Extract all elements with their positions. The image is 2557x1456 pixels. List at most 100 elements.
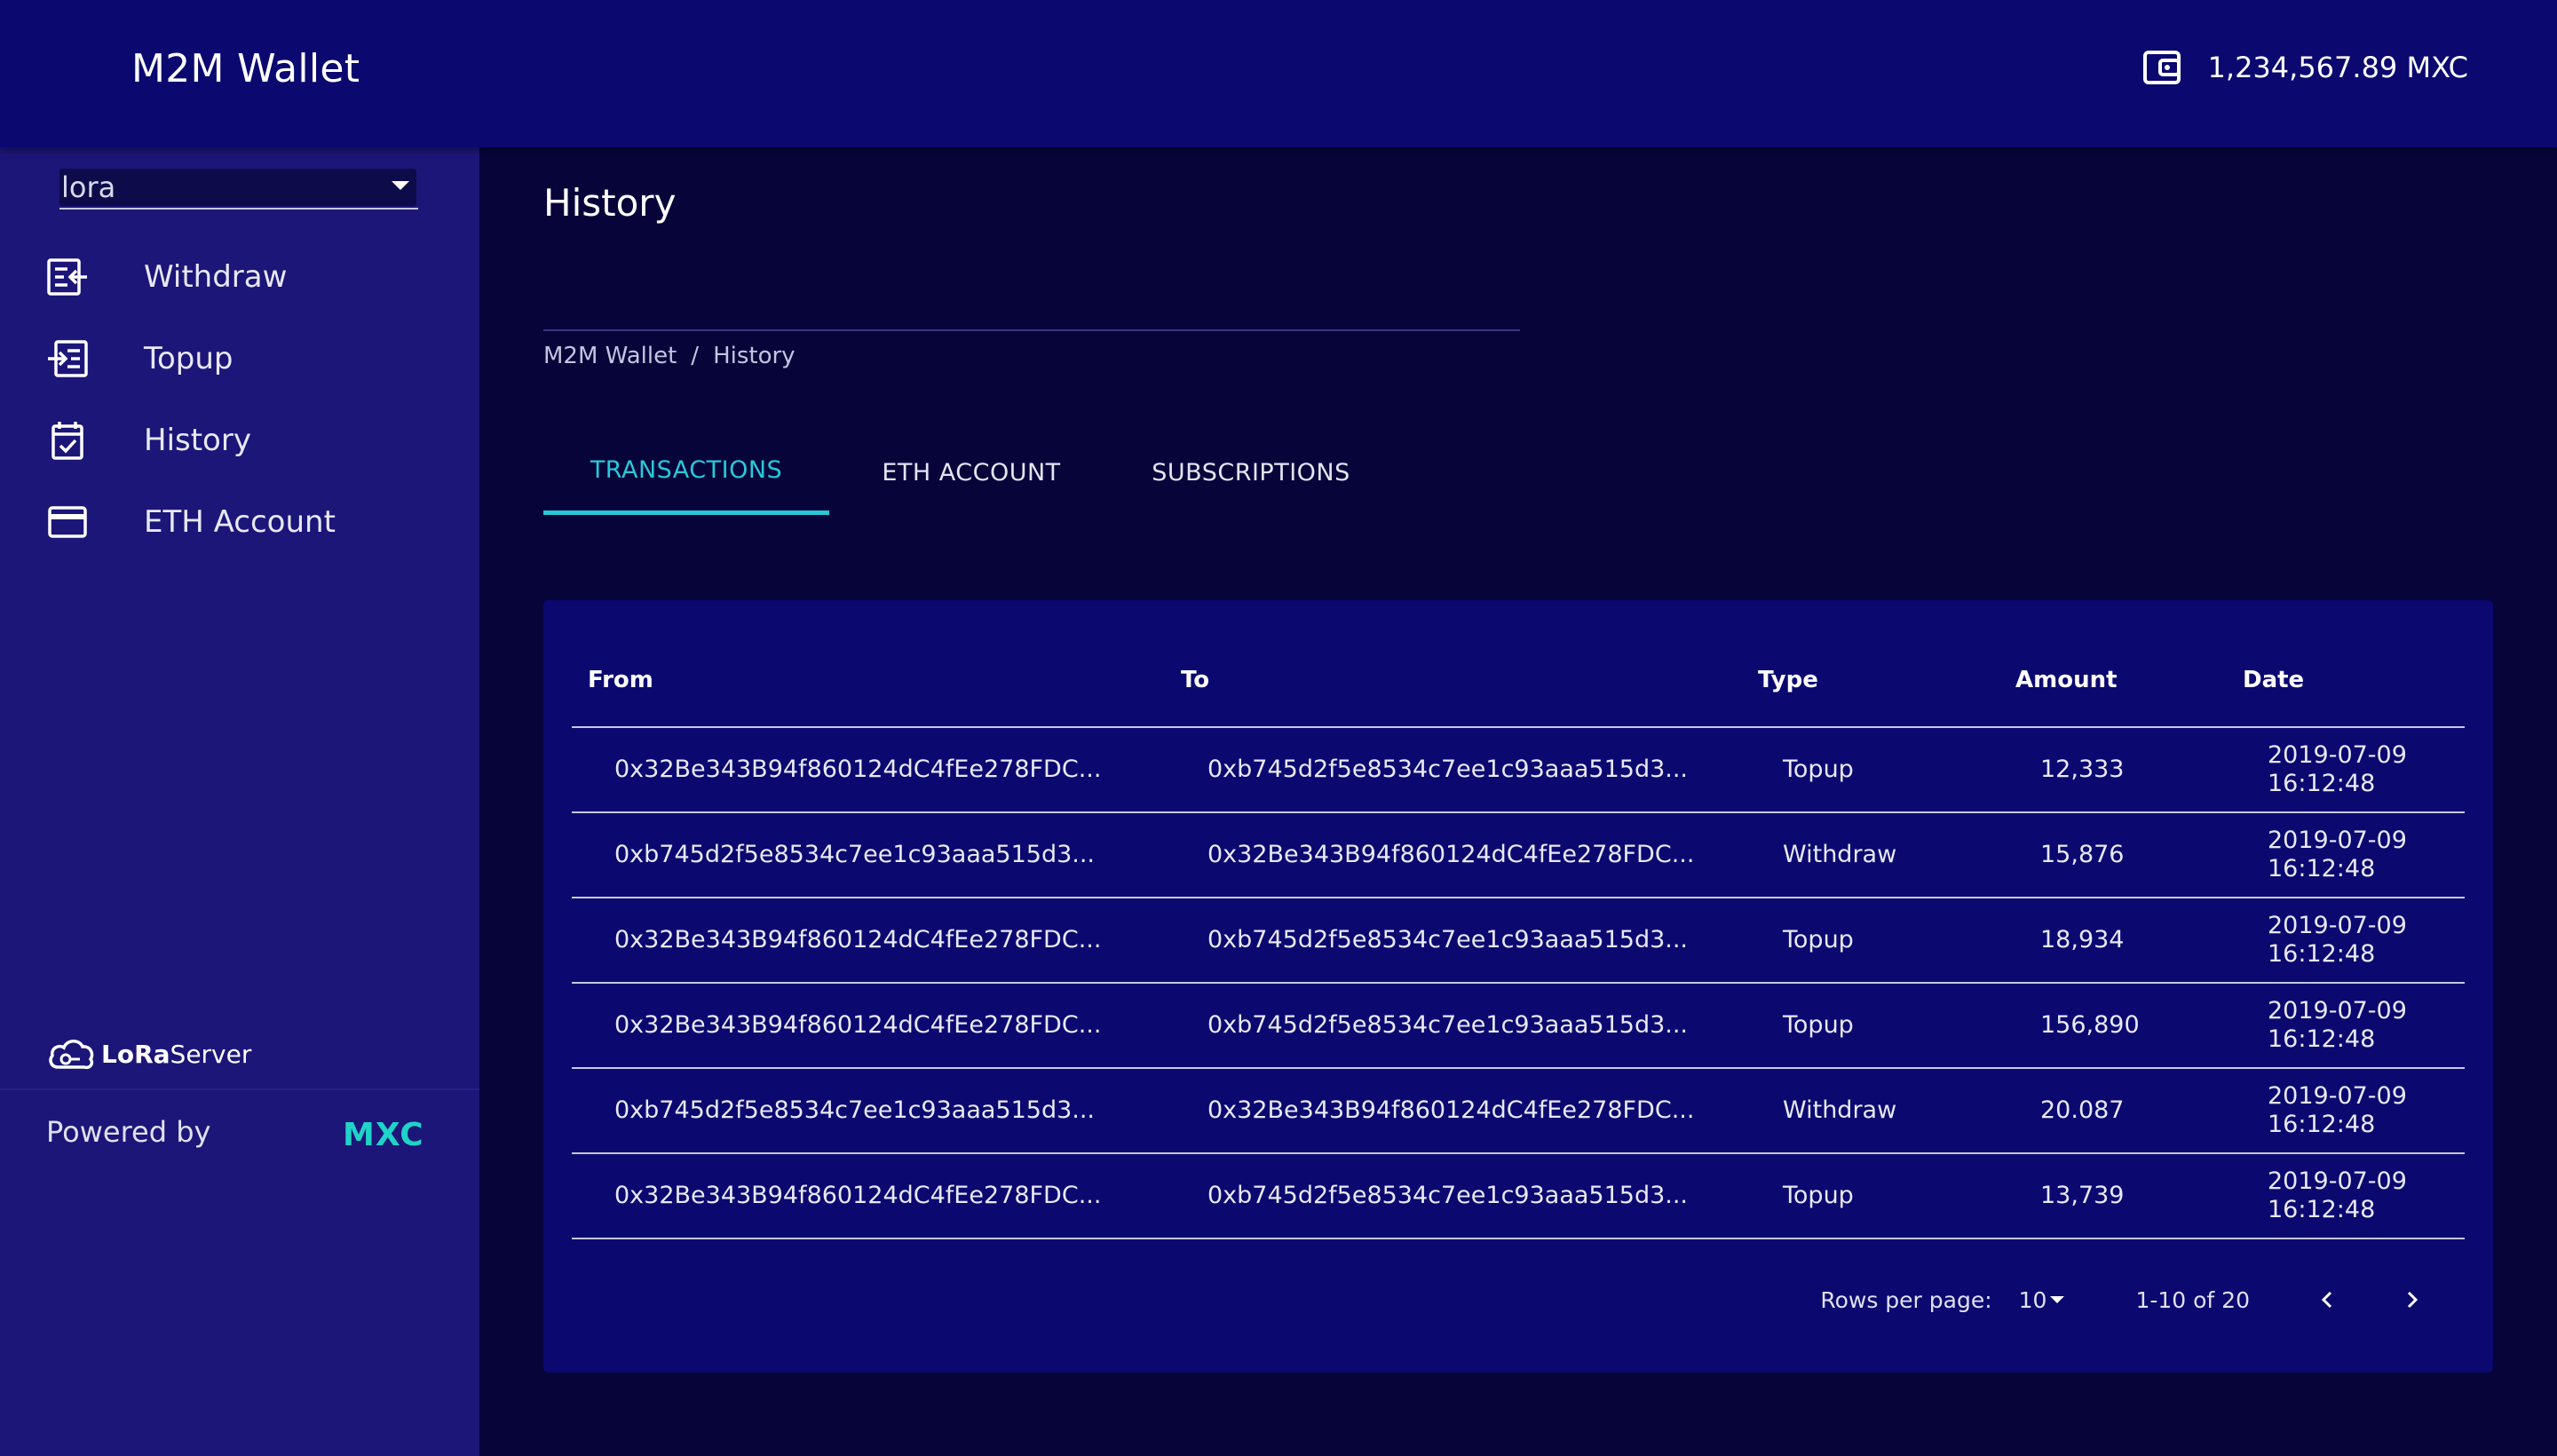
cell-from: 0xb745d2f5e8534c7ee1c93aaa515d3... xyxy=(614,841,1096,868)
cell-type: Withdraw xyxy=(1783,1096,1897,1124)
credit-card-icon xyxy=(46,502,89,542)
cell-date-time: 16:12:48 xyxy=(2268,1025,2376,1053)
breadcrumb: M2M Wallet / History xyxy=(543,343,796,369)
cell-amount: 15,876 xyxy=(2040,841,2125,868)
cell-to: 0xb745d2f5e8534c7ee1c93aaa515d3... xyxy=(1207,926,1689,954)
cell-amount: 20.087 xyxy=(2040,1096,2125,1124)
app-title: M2M Wallet xyxy=(131,46,360,91)
cell-from: 0x32Be343B94f860124dC4fEe278FDC... xyxy=(614,1011,1102,1039)
cell-from: 0x32Be343B94f860124dC4fEe278FDC... xyxy=(614,926,1102,954)
cell-date: 2019-07-09 16:12:48 xyxy=(2243,827,2465,883)
cell-date-day: 2019-07-09 xyxy=(2268,912,2407,939)
cell-type: Topup xyxy=(1783,926,1854,954)
cell-date-time: 16:12:48 xyxy=(2268,1111,2376,1138)
loraserver-logo: LoRaServer xyxy=(46,1035,251,1072)
cell-date-time: 16:12:48 xyxy=(2268,770,2376,797)
tab-eth-account[interactable]: ETH ACCOUNT xyxy=(829,430,1113,515)
previous-page-button[interactable] xyxy=(2312,1284,2344,1316)
cell-date: 2019-07-09 16:12:48 xyxy=(2243,1167,2465,1224)
top-app-bar: M2M Wallet 1,234,567.89 MXC xyxy=(0,0,2557,147)
cell-date-time: 16:12:48 xyxy=(2268,1196,2376,1223)
calendar-check-icon xyxy=(46,421,89,460)
rows-per-page-value[interactable]: 10 xyxy=(2019,1287,2047,1313)
sidebar-item-label: Topup xyxy=(144,341,234,376)
cell-type: Topup xyxy=(1783,756,1854,783)
tab-subscriptions[interactable]: SUBSCRIPTIONS xyxy=(1113,430,1389,515)
tab-transactions[interactable]: TRANSACTIONS xyxy=(543,430,829,515)
column-header-from: From xyxy=(588,667,653,693)
column-header-to: To xyxy=(1181,667,1210,693)
page-title: History xyxy=(543,181,677,225)
organization-select[interactable]: lora xyxy=(59,167,418,210)
wallet-icon xyxy=(2142,50,2181,85)
cell-amount: 13,739 xyxy=(2040,1182,2125,1209)
cell-date-day: 2019-07-09 xyxy=(2268,827,2407,854)
wallet-balance: 1,234,567.89 MXC xyxy=(2142,50,2468,85)
chevron-down-icon[interactable] xyxy=(392,181,409,190)
cell-to: 0xb745d2f5e8534c7ee1c93aaa515d3... xyxy=(1207,1182,1689,1209)
sidebar-item-label: Withdraw xyxy=(144,259,288,295)
table-row: 0x32Be343B94f860124dC4fEe278FDC... 0xb74… xyxy=(572,728,2465,813)
cell-to: 0xb745d2f5e8534c7ee1c93aaa515d3... xyxy=(1207,756,1689,783)
cell-date: 2019-07-09 16:12:48 xyxy=(2243,912,2465,969)
cloud-icon xyxy=(49,1040,94,1070)
cell-from: 0x32Be343B94f860124dC4fEe278FDC... xyxy=(614,756,1102,783)
powered-by-label: Powered by xyxy=(46,1115,211,1149)
powered-by-footer: Powered by MXC xyxy=(0,1088,479,1174)
chevron-left-icon xyxy=(2321,1291,2332,1309)
chevron-right-icon xyxy=(2407,1291,2418,1309)
cell-to: 0xb745d2f5e8534c7ee1c93aaa515d3... xyxy=(1207,1011,1689,1039)
sidebar-nav: Withdraw Topup History ETH Account xyxy=(0,236,479,563)
sidebar-item-label: History xyxy=(144,423,251,458)
cell-to: 0x32Be343B94f860124dC4fEe278FDC... xyxy=(1207,1096,1695,1124)
cell-from: 0xb745d2f5e8534c7ee1c93aaa515d3... xyxy=(614,1096,1096,1124)
sidebar-item-withdraw[interactable]: Withdraw xyxy=(0,236,479,318)
cell-type: Topup xyxy=(1783,1011,1854,1039)
cell-date: 2019-07-09 16:12:48 xyxy=(2243,741,2465,798)
table-header: From To Type Amount Date xyxy=(572,634,2465,728)
cell-from: 0x32Be343B94f860124dC4fEe278FDC... xyxy=(614,1182,1102,1209)
cell-date-day: 2019-07-09 xyxy=(2268,997,2407,1025)
organization-select-value[interactable]: lora xyxy=(59,169,416,206)
cell-date-day: 2019-07-09 xyxy=(2268,1167,2407,1195)
cell-amount: 18,934 xyxy=(2040,926,2125,954)
transactions-card: From To Type Amount Date 0x32Be343B94f86… xyxy=(543,600,2493,1373)
cell-amount: 156,890 xyxy=(2040,1011,2140,1039)
balance-value: 1,234,567.89 MXC xyxy=(2207,51,2468,84)
sidebar-item-topup[interactable]: Topup xyxy=(0,318,479,400)
chevron-down-icon[interactable] xyxy=(2050,1296,2065,1303)
table-pagination: Rows per page: 10 1-10 of 20 xyxy=(1820,1284,2427,1316)
next-page-button[interactable] xyxy=(2395,1284,2427,1316)
cell-to: 0x32Be343B94f860124dC4fEe278FDC... xyxy=(1207,841,1695,868)
loraserver-logo-text: LoRaServer xyxy=(101,1039,252,1069)
breadcrumb-current: History xyxy=(713,343,796,369)
cell-date-time: 16:12:48 xyxy=(2268,940,2376,968)
cell-type: Topup xyxy=(1783,1182,1854,1209)
column-header-amount: Amount xyxy=(2015,667,2118,693)
column-header-date: Date xyxy=(2243,667,2305,693)
rows-per-page-select[interactable]: 10 xyxy=(2019,1287,2065,1313)
cell-date-time: 16:12:48 xyxy=(2268,855,2376,882)
cell-date: 2019-07-09 16:12:48 xyxy=(2243,997,2465,1054)
table-row: 0x32Be343B94f860124dC4fEe278FDC... 0xb74… xyxy=(572,898,2465,984)
topup-icon xyxy=(46,339,89,378)
mxc-logo: MXC xyxy=(343,1117,424,1153)
main-content: History M2M Wallet / History TRANSACTION… xyxy=(479,147,2557,1456)
sidebar-item-history[interactable]: History xyxy=(0,400,479,481)
table-row: 0x32Be343B94f860124dC4fEe278FDC... 0xb74… xyxy=(572,984,2465,1069)
pagination-range: 1-10 of 20 xyxy=(2135,1286,2250,1313)
rows-per-page-label: Rows per page: xyxy=(1820,1286,1992,1313)
sidebar-item-eth-account[interactable]: ETH Account xyxy=(0,481,479,563)
table-row: 0xb745d2f5e8534c7ee1c93aaa515d3... 0x32B… xyxy=(572,813,2465,898)
transactions-table: From To Type Amount Date 0x32Be343B94f86… xyxy=(572,634,2465,1239)
breadcrumb-separator: / xyxy=(691,343,700,369)
cell-type: Withdraw xyxy=(1783,841,1897,868)
history-tabs: TRANSACTIONS ETH ACCOUNT SUBSCRIPTIONS xyxy=(543,430,1389,515)
cell-amount: 12,333 xyxy=(2040,756,2125,783)
sidebar: lora Withdraw Topup History ETH Account … xyxy=(0,147,479,1456)
title-divider xyxy=(543,329,1520,331)
breadcrumb-root-link[interactable]: M2M Wallet xyxy=(543,343,677,369)
column-header-type: Type xyxy=(1758,667,1818,693)
sidebar-item-label: ETH Account xyxy=(144,504,336,540)
cell-date-day: 2019-07-09 xyxy=(2268,1082,2407,1110)
